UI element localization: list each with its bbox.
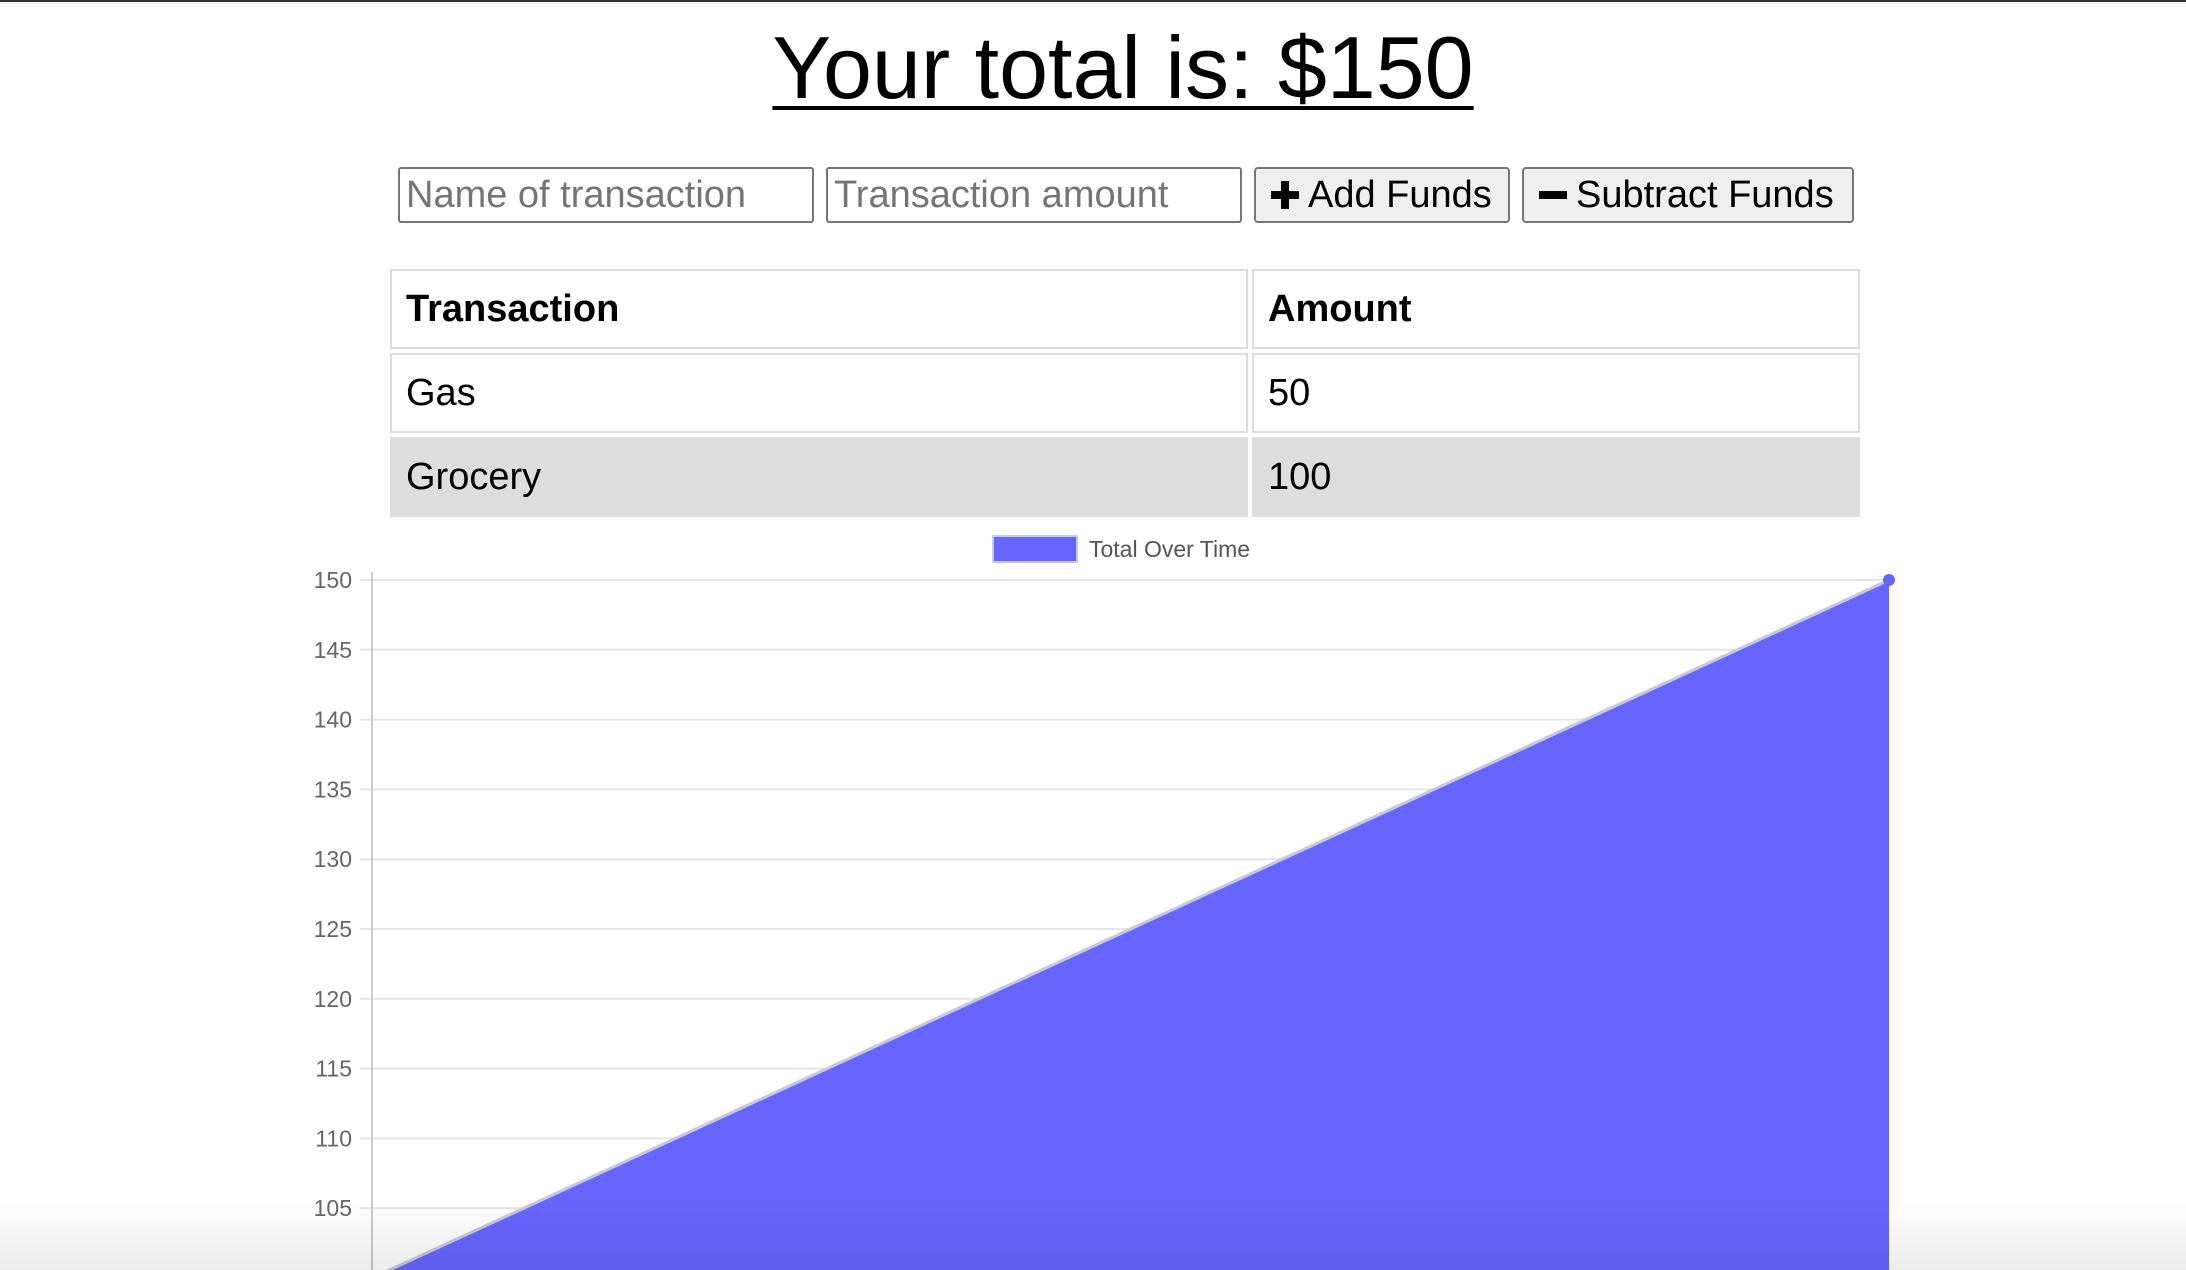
table-row: Grocery 100 xyxy=(390,437,1860,517)
table-header-row: Transaction Amount xyxy=(390,269,1860,349)
y-tick-label: 135 xyxy=(314,776,352,802)
y-tick-label: 115 xyxy=(315,1056,352,1082)
subtract-funds-button[interactable]: Subtract Funds xyxy=(1522,167,1854,223)
y-tick-label: 105 xyxy=(314,1195,352,1221)
header-transaction: Transaction xyxy=(390,269,1248,349)
row-transaction-name: Grocery xyxy=(390,437,1248,517)
row-transaction-amount: 50 xyxy=(1252,353,1860,433)
transactions-table: Transaction Amount Gas 50 Grocery 100 xyxy=(386,265,1864,521)
window-top-border xyxy=(0,0,2186,2)
total-heading: Your total is: $150 xyxy=(772,18,1474,117)
legend-swatch xyxy=(992,535,1078,563)
y-tick-label: 110 xyxy=(315,1125,352,1151)
y-tick-label: 140 xyxy=(314,707,352,733)
y-tick-label: 145 xyxy=(314,637,352,663)
legend-label: Total Over Time xyxy=(1089,536,1250,562)
y-tick-label: 130 xyxy=(314,846,352,872)
row-transaction-amount: 100 xyxy=(1252,437,1860,517)
table-row: Gas 50 xyxy=(390,353,1860,433)
transaction-name-input[interactable] xyxy=(398,167,814,223)
transaction-form: Add Funds Subtract Funds xyxy=(398,167,1854,223)
row-transaction-name: Gas xyxy=(390,353,1248,433)
add-funds-label: Add Funds xyxy=(1308,173,1492,216)
y-tick-label: 150 xyxy=(314,567,352,593)
y-tick-label: 120 xyxy=(314,986,352,1012)
header-amount: Amount xyxy=(1252,269,1860,349)
y-tick-label: 125 xyxy=(314,916,352,942)
subtract-funds-label: Subtract Funds xyxy=(1576,173,1834,216)
transaction-amount-input[interactable] xyxy=(826,167,1242,223)
data-point xyxy=(1883,574,1895,586)
minus-icon xyxy=(1538,180,1568,210)
total-over-time-chart: 150 145 140 135 130 125 120 115 110 105 Total Over… xyxy=(314,535,1895,1270)
add-funds-button[interactable]: Add Funds xyxy=(1254,167,1510,223)
plus-icon xyxy=(1270,180,1300,210)
